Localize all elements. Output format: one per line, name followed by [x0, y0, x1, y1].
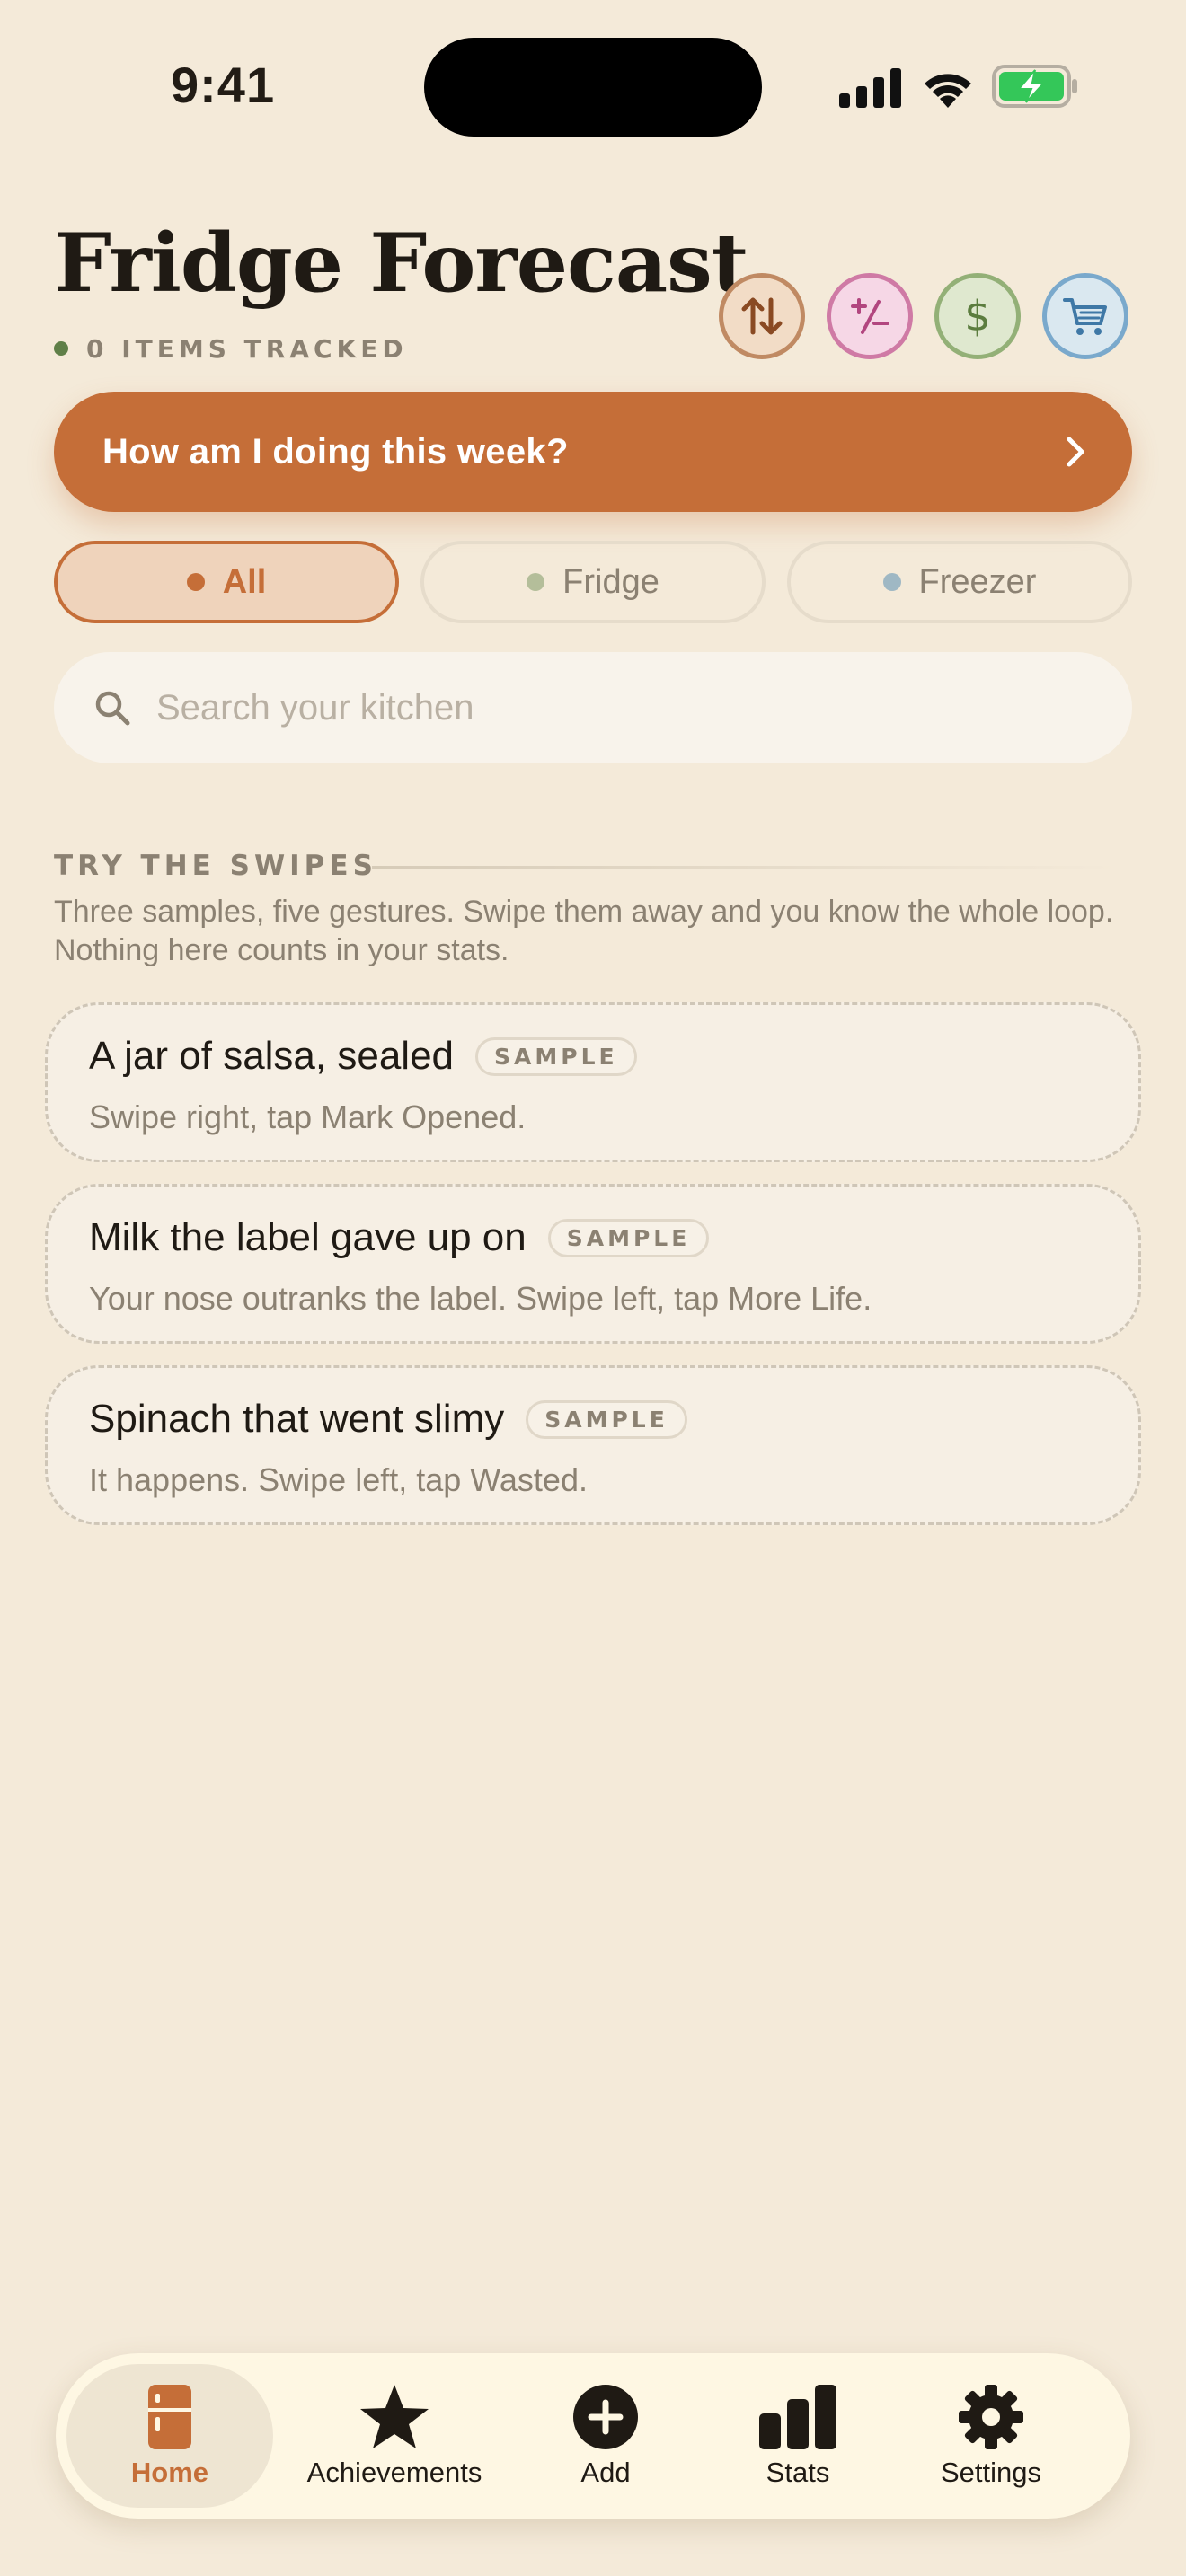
sample-badge: SAMPLE: [475, 1037, 637, 1076]
sample-card-title-row: A jar of salsa, sealed SAMPLE: [89, 1034, 637, 1079]
sample-card-title: Milk the label gave up on: [89, 1215, 527, 1259]
adjust-button[interactable]: [827, 273, 913, 359]
search-icon: [95, 691, 130, 726]
sample-card[interactable]: A jar of salsa, sealed SAMPLE Swipe righ…: [45, 1002, 1141, 1162]
sort-button[interactable]: [719, 273, 805, 359]
fridge-icon: [148, 2385, 191, 2449]
dynamic-island: [424, 38, 762, 137]
filter-freezer-dot: [882, 573, 901, 591]
filter-all-pill[interactable]: All: [54, 541, 399, 623]
wifi-icon: [925, 74, 971, 108]
sample-card[interactable]: Spinach that went slimy SAMPLE It happen…: [45, 1365, 1141, 1525]
sample-card-hint: Your nose outranks the label. Swipe left…: [89, 1280, 872, 1317]
filter-fridge-pill[interactable]: Fridge: [420, 541, 766, 623]
sample-card-hint: It happens. Swipe left, tap Wasted.: [89, 1461, 588, 1498]
app-title: Fridge Forecast: [54, 216, 748, 311]
add-circle-icon: [573, 2385, 638, 2449]
savings-button[interactable]: $: [934, 273, 1021, 359]
sort-arrows-icon: [741, 297, 783, 335]
tab-stats-label: Stats: [766, 2457, 830, 2488]
dollar-icon: $: [964, 293, 990, 340]
star-icon: [360, 2385, 429, 2448]
cellular-signal-icon: [839, 68, 901, 108]
weekly-report-label: How am I doing this week?: [102, 431, 569, 472]
filter-all-dot: [186, 573, 205, 591]
sample-card-title-row: Spinach that went slimy SAMPLE: [89, 1397, 687, 1442]
shopping-cart-button[interactable]: [1042, 273, 1128, 359]
chevron-right-icon: [1067, 437, 1084, 467]
filter-all-label: All: [222, 562, 267, 601]
section-divider: [372, 866, 1118, 869]
search-input[interactable]: [155, 686, 1057, 729]
tab-stats[interactable]: Stats: [717, 2353, 879, 2519]
tab-home[interactable]: Home: [66, 2353, 273, 2519]
filter-freezer-label: Freezer: [918, 562, 1037, 601]
gear-icon: [959, 2385, 1023, 2449]
sample-badge: SAMPLE: [526, 1399, 687, 1439]
tracking-status-dot: [54, 341, 68, 356]
battery-charging-icon: [992, 65, 1077, 108]
tab-add[interactable]: Add: [525, 2353, 686, 2519]
sample-card-title: Spinach that went slimy: [89, 1397, 505, 1441]
filter-freezer-pill[interactable]: Freezer: [787, 541, 1132, 623]
cart-icon: [1063, 298, 1107, 335]
plus-minus-icon: [851, 298, 890, 334]
weekly-report-banner[interactable]: How am I doing this week?: [54, 392, 1132, 512]
tab-settings-label: Settings: [940, 2457, 1041, 2488]
filter-fridge-label: Fridge: [562, 562, 659, 601]
section-description: Three samples, five gestures. Swipe them…: [54, 895, 1114, 967]
items-tracked-count: 0 ITEMS TRACKED: [86, 334, 408, 364]
svg-text:$: $: [964, 293, 990, 340]
status-time: 9:41: [171, 57, 276, 113]
sample-card[interactable]: Milk the label gave up on SAMPLE Your no…: [45, 1184, 1141, 1344]
sample-card-title-row: Milk the label gave up on SAMPLE: [89, 1215, 710, 1260]
sample-badge: SAMPLE: [547, 1218, 710, 1257]
tab-settings[interactable]: Settings: [906, 2353, 1076, 2519]
tab-achievements[interactable]: Achievements: [291, 2353, 498, 2519]
filter-fridge-dot: [527, 573, 545, 591]
tab-add-label: Add: [580, 2457, 631, 2488]
tab-home-label: Home: [130, 2457, 209, 2488]
bar-chart-icon: [759, 2385, 836, 2449]
sample-card-title: A jar of salsa, sealed: [89, 1034, 455, 1078]
section-heading: TRY THE SWIPES: [54, 850, 377, 882]
sample-card-hint: Swipe right, tap Mark Opened.: [89, 1098, 527, 1135]
bottom-tab-bar: Home Achievements Add Stats Settings: [56, 2353, 1130, 2519]
tab-achievements-label: Achievements: [306, 2457, 482, 2488]
search-bar[interactable]: [54, 652, 1132, 763]
